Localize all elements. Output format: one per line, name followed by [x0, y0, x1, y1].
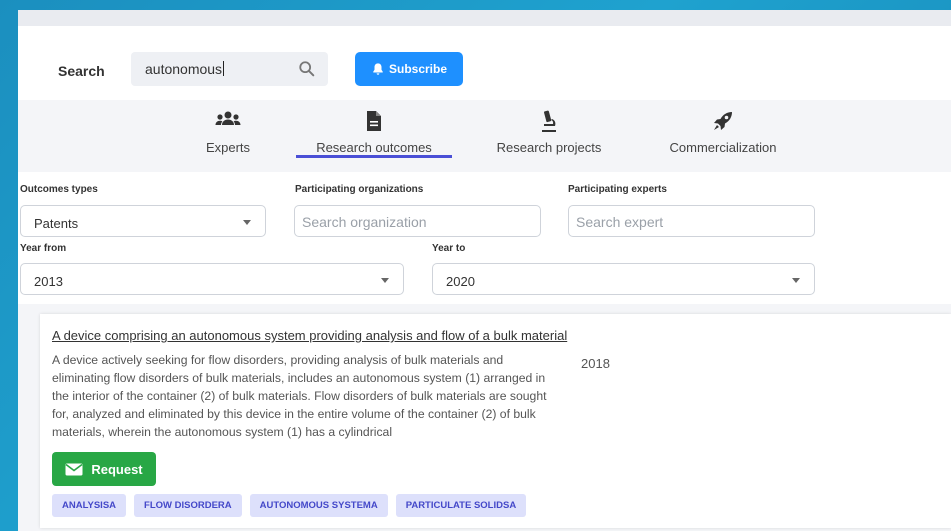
- tab-research-projects[interactable]: Research projects: [484, 100, 614, 172]
- chevron-down-icon: [792, 278, 800, 283]
- chevron-down-icon: [381, 278, 389, 283]
- search-input[interactable]: autonomous: [131, 52, 328, 86]
- tab-research-outcomes[interactable]: Research outcomes: [296, 100, 452, 172]
- document-icon: [367, 111, 381, 131]
- search-icon[interactable]: [298, 60, 316, 78]
- year-to-select[interactable]: 2020: [432, 263, 815, 295]
- search-bar: Search autonomous Subscribe: [18, 26, 951, 100]
- organizations-label: Participating organizations: [295, 184, 424, 195]
- organization-search-placeholder: Search organization: [302, 214, 427, 230]
- tab-research-projects-label: Research projects: [496, 140, 602, 155]
- tag-chip[interactable]: ANALYSISA: [52, 494, 127, 517]
- subscribe-button[interactable]: Subscribe: [355, 52, 463, 86]
- experts-label: Participating experts: [568, 184, 667, 195]
- tab-experts-label: Experts: [205, 140, 251, 155]
- year-from-value: 2013: [34, 274, 63, 289]
- organization-search-input[interactable]: Search organization: [294, 205, 541, 237]
- outcome-types-value: Patents: [34, 216, 79, 231]
- search-input-value: autonomous: [145, 61, 223, 77]
- users-icon: [215, 111, 241, 125]
- year-from-select[interactable]: 2013: [20, 263, 404, 295]
- tag-chip[interactable]: AUTONOMOUS SYSTEMA: [249, 494, 388, 517]
- tab-bar: Experts Research outcomes Research proje…: [18, 100, 951, 172]
- rocket-icon: [714, 112, 732, 130]
- result-abstract: A device actively seeking for flow disor…: [52, 353, 547, 439]
- result-year: 2018: [581, 356, 610, 371]
- envelope-icon: [65, 463, 83, 475]
- tab-experts[interactable]: Experts: [188, 100, 268, 172]
- request-label: Request: [91, 461, 143, 477]
- year-to-label: Year to: [432, 243, 466, 254]
- expert-search-placeholder: Search expert: [576, 214, 664, 230]
- tab-research-outcomes-label: Research outcomes: [316, 140, 432, 155]
- tab-commercialization-label: Commercialization: [669, 140, 777, 155]
- year-to-value: 2020: [446, 274, 475, 289]
- search-label: Search: [58, 63, 105, 79]
- outcome-types-label: Outcomes types: [20, 184, 98, 195]
- bell-icon: [373, 63, 383, 75]
- subscribe-label: Subscribe: [388, 62, 448, 76]
- tag-chip[interactable]: PARTICULATE SOLIDSA: [395, 494, 527, 517]
- result-card: A device comprising an autonomous system…: [40, 314, 951, 528]
- top-strip: [18, 10, 951, 26]
- tab-commercialization[interactable]: Commercialization: [658, 100, 788, 172]
- tag-chip[interactable]: FLOW DISORDERA: [134, 494, 242, 517]
- request-button[interactable]: Request: [52, 452, 156, 486]
- filters-panel: Outcomes types Patents Participating org…: [18, 172, 951, 304]
- chevron-down-icon: [243, 220, 251, 225]
- active-tab-indicator: [296, 155, 452, 158]
- main-panel: Search autonomous Subscribe Experts Rese…: [18, 10, 951, 531]
- microscope-icon: [542, 110, 556, 132]
- result-title-link[interactable]: A device comprising an autonomous system…: [52, 328, 567, 343]
- expert-search-input[interactable]: Search expert: [568, 205, 815, 237]
- year-from-label: Year from: [20, 243, 67, 254]
- tag-list: ANALYSISA FLOW DISORDERA AUTONOMOUS SYST…: [52, 494, 527, 517]
- outcome-types-select[interactable]: Patents: [20, 205, 266, 237]
